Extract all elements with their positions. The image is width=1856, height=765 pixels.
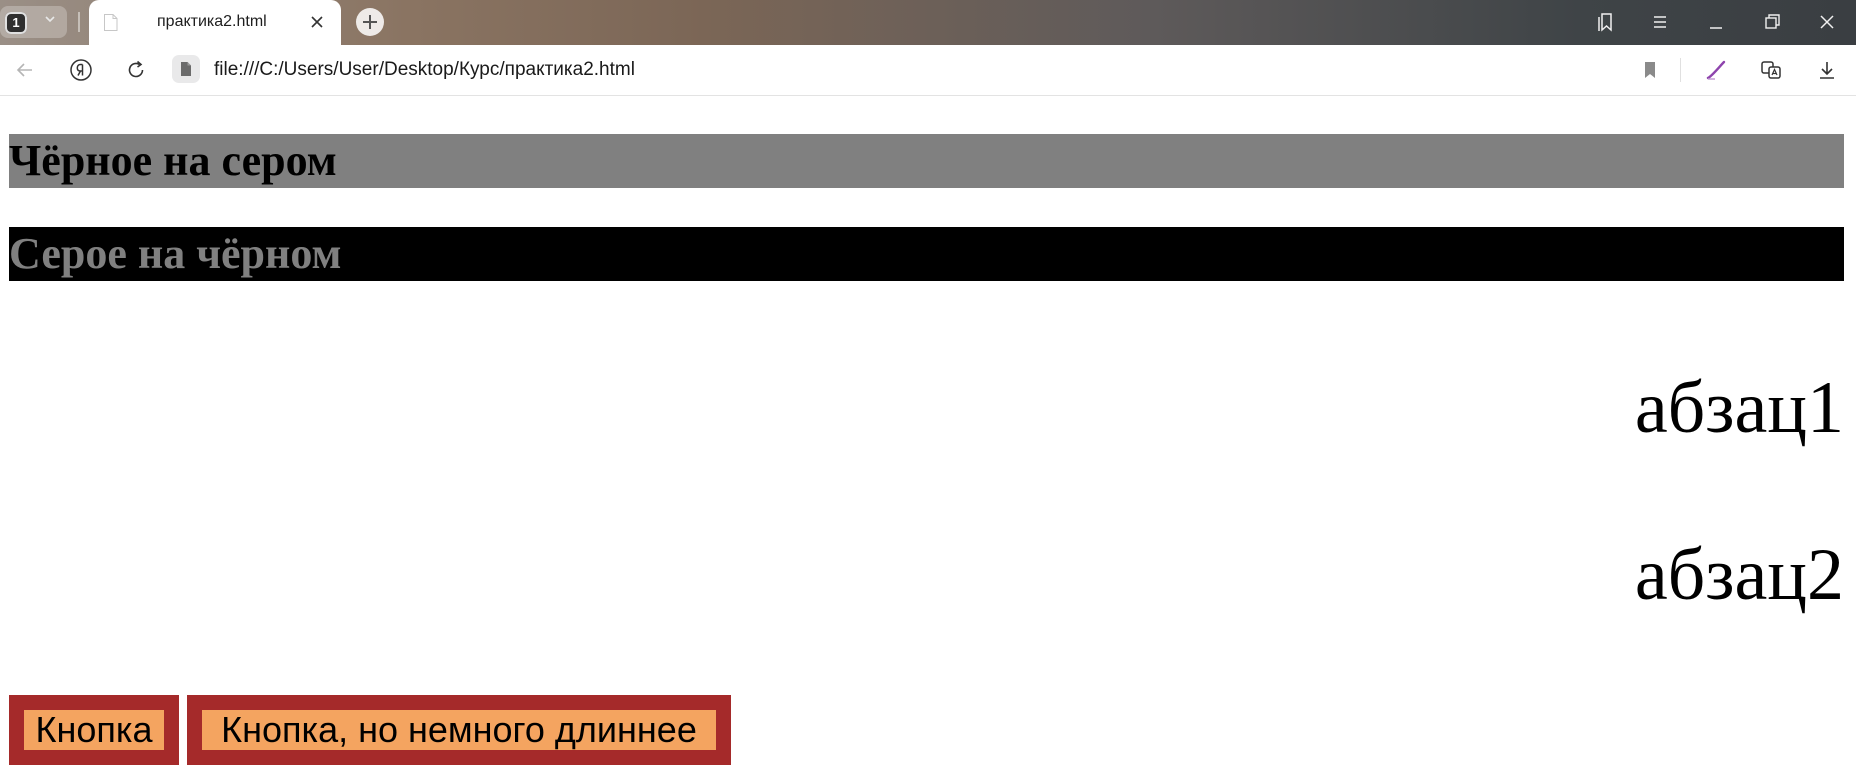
yandex-icon[interactable]	[69, 58, 93, 82]
collections-icon[interactable]	[1594, 10, 1618, 34]
paragraph-2: абзац2	[1634, 534, 1844, 616]
page-viewport: Чёрное на сером Серое на чёрном абзац1 а…	[0, 96, 1856, 765]
plus-icon	[363, 15, 377, 29]
pen-icon[interactable]	[1704, 58, 1728, 82]
tab-counter-button[interactable]: 1	[0, 6, 67, 38]
back-icon[interactable]	[13, 58, 37, 82]
file-icon	[181, 62, 191, 76]
site-info-button[interactable]	[172, 55, 200, 83]
tab-separator	[78, 12, 80, 32]
chevron-down-icon	[40, 12, 60, 32]
download-icon[interactable]	[1815, 58, 1839, 82]
browser-toolbar: file:///C:/Users/User/Desktop/Курс/практ…	[0, 45, 1856, 96]
button-long[interactable]: Кнопка, но немного длиннее	[187, 695, 731, 765]
translate-icon[interactable]	[1759, 58, 1783, 82]
tab-title: практика2.html	[157, 13, 267, 30]
close-window-icon[interactable]	[1815, 10, 1839, 34]
address-bar-url[interactable]: file:///C:/Users/User/Desktop/Курс/практ…	[214, 59, 635, 81]
bookmark-icon[interactable]	[1638, 58, 1662, 82]
toolbar-divider	[1680, 58, 1681, 82]
heading-black-on-gray: Чёрное на сером	[9, 134, 1844, 188]
page-favicon-icon	[103, 14, 118, 31]
restore-icon[interactable]	[1760, 10, 1784, 34]
reload-icon[interactable]	[124, 58, 148, 82]
close-icon[interactable]	[307, 12, 327, 32]
new-tab-button[interactable]	[356, 8, 384, 36]
browser-title-bar: 1 практика2.html	[0, 0, 1856, 45]
heading-gray-on-black: Серое на чёрном	[9, 227, 1844, 281]
minimize-icon[interactable]	[1704, 10, 1728, 34]
button-short[interactable]: Кнопка	[9, 695, 179, 765]
tab-count: 1	[5, 12, 27, 34]
paragraph-1: абзац1	[1634, 367, 1844, 449]
menu-icon[interactable]	[1648, 10, 1672, 34]
active-tab[interactable]: практика2.html	[89, 0, 341, 45]
